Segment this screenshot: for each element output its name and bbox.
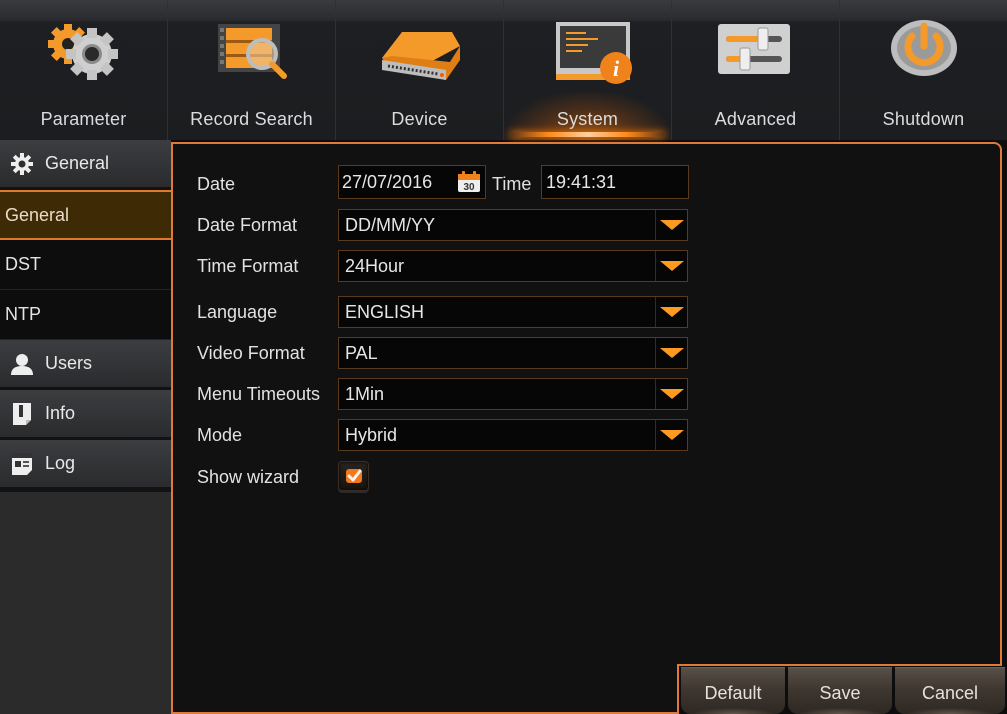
default-button[interactable]: Default <box>681 667 785 714</box>
sidebar-section-log[interactable]: Log <box>0 440 171 490</box>
date-format-value: DD/MM/YY <box>345 214 435 235</box>
time-format-select[interactable]: 24Hour <box>338 250 688 282</box>
save-button[interactable]: Save <box>788 667 892 714</box>
system-info-icon: i <box>555 22 632 84</box>
sidebar: General General DST NTP Users Info Log <box>0 140 171 714</box>
menu-timeouts-select[interactable]: 1Min <box>338 378 688 410</box>
date-format-label: Date Format <box>197 214 298 235</box>
calendar-icon[interactable]: 30 <box>457 171 481 193</box>
top-navigation: Parameter Record Search Device i System … <box>0 0 1007 140</box>
tab-advanced[interactable]: Advanced <box>672 0 840 140</box>
sliders-icon <box>717 24 790 74</box>
sidebar-item-label: NTP <box>5 304 41 324</box>
tab-label: Record Search <box>190 109 313 129</box>
tab-parameter[interactable]: Parameter <box>0 0 168 140</box>
log-doc-icon <box>10 452 34 476</box>
power-icon <box>890 20 957 76</box>
date-format-select[interactable]: DD/MM/YY <box>338 209 688 241</box>
video-format-label: Video Format <box>197 342 305 363</box>
sidebar-section-info[interactable]: Info <box>0 390 171 440</box>
user-icon <box>10 352 34 376</box>
dropdown-arrow-icon[interactable] <box>655 251 687 281</box>
sidebar-section-label: Info <box>45 403 76 423</box>
panel-border <box>677 664 1002 666</box>
mode-label: Mode <box>197 424 243 445</box>
language-label: Language <box>197 301 278 322</box>
language-select[interactable]: ENGLISH <box>338 296 688 328</box>
time-format-label: Time Format <box>197 255 299 276</box>
date-label: Date <box>197 173 236 194</box>
info-doc-icon <box>10 402 34 426</box>
mode-value: Hybrid <box>345 424 398 445</box>
tab-label: System <box>556 109 619 129</box>
tab-device[interactable]: Device <box>336 0 504 140</box>
sidebar-item-dst[interactable]: DST <box>0 240 171 290</box>
sidebar-section-users[interactable]: Users <box>0 340 171 390</box>
svg-text:i: i <box>612 56 619 81</box>
sidebar-section-label: General <box>45 153 110 173</box>
film-search-icon <box>217 24 287 79</box>
dropdown-arrow-icon[interactable] <box>655 338 687 368</box>
date-input[interactable]: 27/07/2016 30 <box>338 165 486 199</box>
tab-record-search[interactable]: Record Search <box>168 0 336 140</box>
menu-timeouts-value: 1Min <box>345 383 385 404</box>
panel-border <box>677 664 679 714</box>
time-format-value: 24Hour <box>345 255 405 276</box>
tab-system[interactable]: i System <box>504 0 672 140</box>
calendar-day: 30 <box>463 182 475 193</box>
dropdown-arrow-icon[interactable] <box>655 379 687 409</box>
tab-shutdown[interactable]: Shutdown <box>840 0 1007 140</box>
time-input[interactable]: 19:41:31 <box>541 165 689 199</box>
dropdown-arrow-icon[interactable] <box>655 420 687 450</box>
time-label: Time <box>492 174 532 194</box>
menu-timeouts-label: Menu Timeouts <box>197 383 321 404</box>
settings-panel-lower <box>171 664 679 714</box>
video-format-value: PAL <box>345 342 378 363</box>
show-wizard-checkbox[interactable] <box>338 461 369 491</box>
gear-icon <box>10 152 34 176</box>
show-wizard-label: Show wizard <box>197 466 300 487</box>
gears-icon <box>47 24 118 80</box>
dropdown-arrow-icon[interactable] <box>655 297 687 327</box>
video-format-select[interactable]: PAL <box>338 337 688 369</box>
sidebar-section-label: Log <box>45 453 76 473</box>
time-value: 19:41:31 <box>546 171 617 192</box>
hard-drive-icon <box>381 32 460 80</box>
sidebar-empty-area <box>0 490 171 714</box>
sidebar-section-general[interactable]: General <box>0 140 171 190</box>
date-value: 27/07/2016 <box>342 171 433 192</box>
sidebar-item-label: General <box>5 204 70 225</box>
tab-label: Advanced <box>714 109 797 129</box>
cancel-button[interactable]: Cancel <box>895 667 1005 714</box>
dropdown-arrow-icon[interactable] <box>655 210 687 240</box>
language-value: ENGLISH <box>345 301 425 322</box>
tab-label: Parameter <box>40 109 127 129</box>
tab-label: Device <box>391 109 448 129</box>
checkmark-icon <box>345 469 362 483</box>
sidebar-item-general[interactable]: General <box>0 190 171 240</box>
sidebar-item-ntp[interactable]: NTP <box>0 290 171 340</box>
tab-label: Shutdown <box>882 109 965 129</box>
sidebar-section-label: Users <box>45 353 93 373</box>
sidebar-item-label: DST <box>5 254 41 274</box>
mode-select[interactable]: Hybrid <box>338 419 688 451</box>
